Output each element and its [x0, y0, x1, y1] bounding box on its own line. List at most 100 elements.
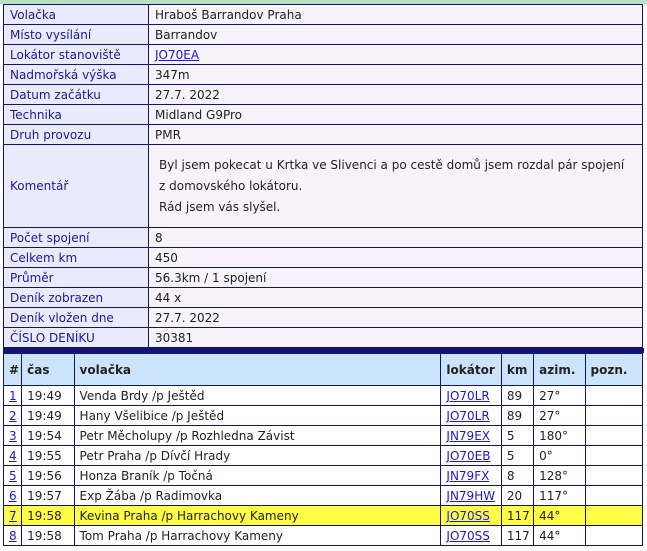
locator-cell: JN79HW: [440, 485, 502, 506]
info-row-contact-count: Počet spojení 8: [3, 227, 643, 248]
altitude-value: 347m: [148, 64, 643, 85]
km-cell: 117: [500, 525, 535, 546]
note-cell: [584, 385, 644, 406]
row-number-link[interactable]: 5: [9, 469, 17, 483]
col-header-locator: lokátor: [440, 353, 502, 386]
km-cell: 5: [500, 425, 535, 446]
comment-text: Byl jsem pokecat u Krtka ve Slivenci a p…: [155, 155, 636, 218]
row-number-cell: 6: [2, 485, 23, 506]
log-row: 6 19:57 Exp Žába /p Radimovka JN79HW 20 …: [2, 485, 644, 506]
callsign-cell: Tom Praha /p Harrachovy Kameny: [73, 525, 442, 546]
note-cell: [584, 525, 644, 546]
locator-link[interactable]: JN79EX: [446, 429, 490, 443]
azimuth-cell: 117°: [533, 485, 586, 506]
locator-link[interactable]: JN79FX: [446, 469, 489, 483]
time-cell: 19:49: [21, 405, 75, 426]
station-locator-link[interactable]: JO70EA: [155, 48, 199, 62]
log-row: 3 19:54 Petr Měcholupy /p Rozhledna Závi…: [2, 425, 644, 446]
info-row-upload-date: Deník vložen dne 27.7. 2022: [3, 307, 643, 328]
mode-value: PMR: [148, 124, 643, 145]
row-number-cell: 1: [2, 385, 23, 406]
locator-link[interactable]: JO70SS: [446, 529, 490, 543]
locator-link[interactable]: JN79HW: [446, 489, 495, 503]
info-row-comment: Komentář Byl jsem pokecat u Krtka ve Sli…: [3, 144, 643, 228]
log-row: 2 19:49 Hany Všelibice /p Ještěd JO70LR …: [2, 405, 644, 426]
contact-log-table: # čas volačka lokátor km azim. pozn. 1 1…: [2, 353, 644, 546]
log-row: 1 19:49 Venda Brdy /p Ještěd JO70LR 89 2…: [2, 385, 644, 406]
total-km-value: 450: [148, 247, 643, 268]
row-number-link[interactable]: 6: [9, 489, 17, 503]
col-header-time: čas: [21, 353, 75, 386]
time-cell: 19:49: [21, 385, 75, 406]
km-cell: 89: [500, 405, 535, 426]
note-cell: [584, 445, 644, 466]
locator-cell: JO70LR: [440, 385, 502, 406]
km-cell: 5: [500, 445, 535, 466]
callsign-cell: Hany Všelibice /p Ještěd: [73, 405, 442, 426]
info-label: Místo vysílání: [3, 24, 149, 45]
info-row-start-date: Datum začátku 27.7. 2022: [3, 84, 643, 105]
note-cell: [584, 485, 644, 506]
info-label: Deník vložen dne: [3, 307, 149, 328]
info-label: Průměr: [3, 267, 149, 288]
log-row: 4 19:55 Petr Praha /p Dívčí Hrady JO70EB…: [2, 445, 644, 466]
comment-value: Byl jsem pokecat u Krtka ve Slivenci a p…: [148, 144, 643, 228]
note-cell: [584, 405, 644, 426]
locator-link[interactable]: JO70LR: [446, 409, 489, 423]
locator-cell: JO70SS: [440, 525, 502, 546]
azimuth-cell: 128°: [533, 465, 586, 486]
locator-cell: JN79FX: [440, 465, 502, 486]
start-date-value: 27.7. 2022: [148, 84, 643, 105]
locator-link[interactable]: JO70LR: [446, 389, 489, 403]
info-label: Komentář: [3, 144, 149, 228]
azimuth-cell: 0°: [533, 445, 586, 466]
log-row: 8 19:58 Tom Praha /p Harrachovy Kameny J…: [2, 525, 644, 546]
info-label: Celkem km: [3, 247, 149, 268]
km-cell: 89: [500, 385, 535, 406]
row-number-link[interactable]: 8: [9, 529, 17, 543]
azimuth-cell: 44°: [533, 525, 586, 546]
azimuth-cell: 44°: [533, 505, 586, 526]
row-number-link[interactable]: 2: [9, 409, 17, 423]
locator-cell: JO70EB: [440, 445, 502, 466]
row-number-link[interactable]: 3: [9, 429, 17, 443]
log-row: 5 19:56 Honza Braník /p Točná JN79FX 8 1…: [2, 465, 644, 486]
comment-line: Rád jsem vás slyšel.: [159, 199, 281, 214]
row-number-link[interactable]: 7: [9, 509, 17, 523]
info-row-altitude: Nadmořská výška 347m: [3, 64, 643, 85]
col-header-note: pozn.: [584, 353, 644, 386]
locator-link[interactable]: JO70SS: [446, 509, 490, 523]
info-row-location: Místo vysílání Barrandov: [3, 24, 643, 45]
info-label: Volačka: [3, 4, 149, 25]
diary-info-table: Volačka Hraboš Barrandov Praha Místo vys…: [3, 4, 643, 348]
row-number-link[interactable]: 4: [9, 449, 17, 463]
callsign-value: Hraboš Barrandov Praha: [148, 4, 643, 25]
time-cell: 19:55: [21, 445, 75, 466]
row-number-link[interactable]: 1: [9, 389, 17, 403]
time-cell: 19:58: [21, 505, 75, 526]
info-label: Lokátor stanoviště: [3, 44, 149, 65]
info-row-equipment: Technika Midland G9Pro: [3, 104, 643, 125]
location-value: Barrandov: [148, 24, 643, 45]
row-number-cell: 5: [2, 465, 23, 486]
info-row-locator: Lokátor stanoviště JO70EA: [3, 44, 643, 65]
col-header-azimuth: azim.: [533, 353, 586, 386]
info-row-callsign: Volačka Hraboš Barrandov Praha: [3, 4, 643, 25]
time-cell: 19:54: [21, 425, 75, 446]
info-row-mode: Druh provozu PMR: [3, 124, 643, 145]
average-value: 56.3km / 1 spojení: [148, 267, 643, 288]
comment-line: z domovského lokátoru.: [159, 178, 303, 193]
log-header-row: # čas volačka lokátor km azim. pozn.: [2, 353, 644, 386]
callsign-cell: Petr Praha /p Dívčí Hrady: [73, 445, 442, 466]
row-number-cell: 3: [2, 425, 23, 446]
km-cell: 8: [500, 465, 535, 486]
col-header-callsign: volačka: [73, 353, 442, 386]
time-cell: 19:57: [21, 485, 75, 506]
locator-cell: JO70LR: [440, 405, 502, 426]
row-number-cell: 2: [2, 405, 23, 426]
info-label: Deník zobrazen: [3, 287, 149, 308]
km-cell: 117: [500, 505, 535, 526]
locator-link[interactable]: JO70EB: [446, 449, 490, 463]
callsign-cell: Kevina Praha /p Harrachovy Kameny: [73, 505, 442, 526]
info-row-total-km: Celkem km 450: [3, 247, 643, 268]
